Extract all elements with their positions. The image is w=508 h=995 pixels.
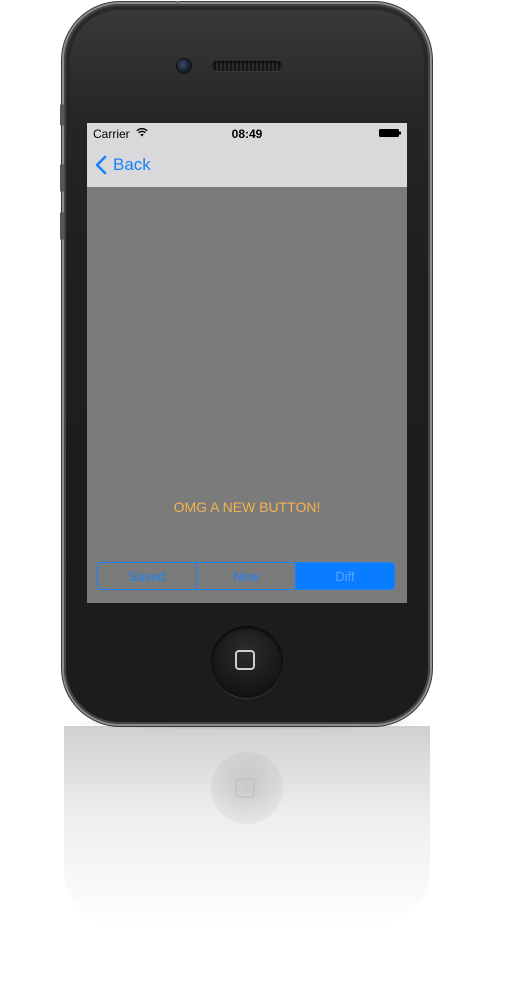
screen: Carrier 08:49 Back OMG A NEW BUTTON! Sav… — [87, 123, 407, 603]
segment-saved[interactable]: Saved — [98, 563, 197, 589]
mute-switch[interactable] — [60, 104, 64, 126]
chevron-left-icon — [95, 155, 107, 175]
phone-device: Carrier 08:49 Back OMG A NEW BUTTON! Sav… — [60, 1, 430, 724]
omg-new-button[interactable]: OMG A NEW BUTTON! — [87, 499, 407, 515]
earpiece-speaker — [212, 61, 282, 71]
segment-diff[interactable]: Diff — [296, 563, 394, 589]
back-label: Back — [113, 155, 151, 174]
stage: Carrier 08:49 Back OMG A NEW BUTTON! Sav… — [0, 0, 508, 995]
status-time: 08:49 — [231, 127, 263, 141]
navigation-bar: Back — [87, 143, 407, 187]
volume-up-button[interactable] — [60, 164, 64, 192]
sleep-button[interactable] — [176, 1, 180, 4]
volume-down-button[interactable] — [60, 212, 64, 240]
reflection-square-icon — [235, 778, 255, 798]
home-square-icon — [235, 650, 255, 670]
back-button[interactable]: Back — [95, 153, 151, 177]
battery-icon — [379, 129, 401, 137]
phone-reflection — [64, 726, 430, 926]
status-bar: Carrier 08:49 — [87, 123, 407, 143]
segment-new[interactable]: New — [197, 563, 296, 589]
home-button[interactable] — [211, 626, 283, 698]
segmented-control: Saved New Diff — [97, 562, 395, 590]
front-camera — [177, 59, 191, 73]
content-area: OMG A NEW BUTTON! Saved New Diff — [87, 187, 407, 603]
reflection-home-button — [211, 752, 283, 824]
